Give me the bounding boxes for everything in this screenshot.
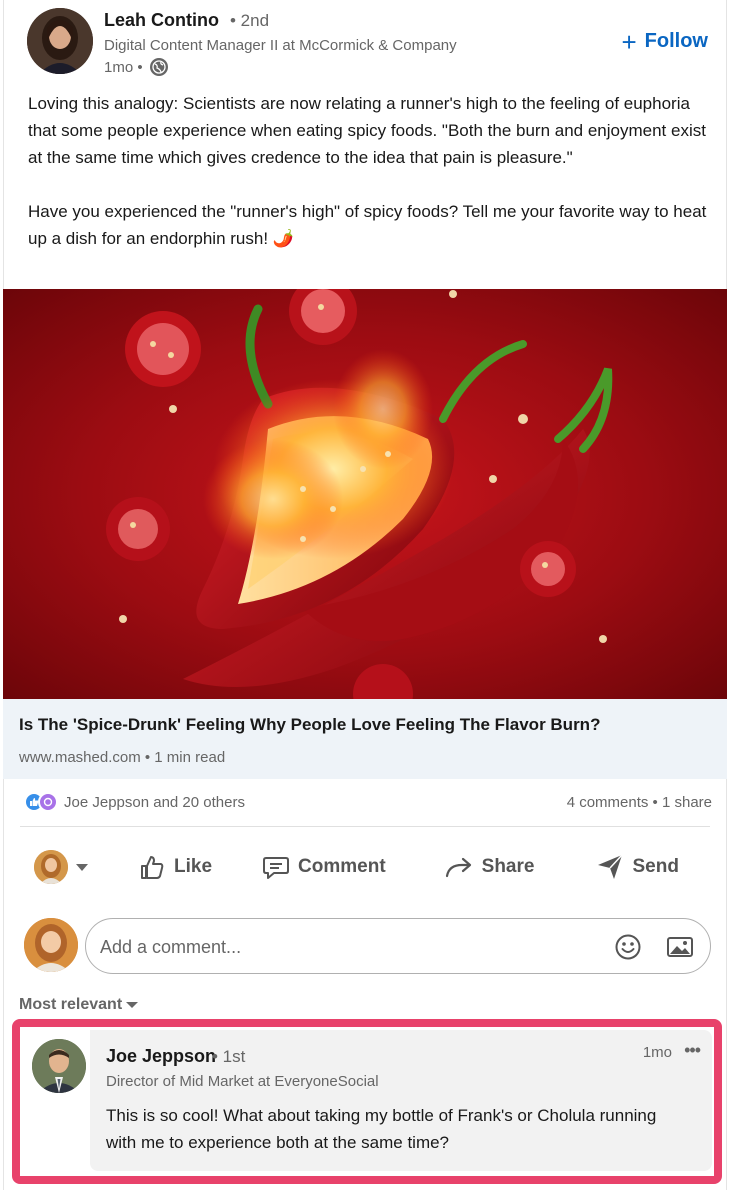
share-label: Share [481, 856, 535, 877]
add-comment-field[interactable] [85, 918, 711, 974]
send-icon [598, 854, 624, 879]
chevron-down-icon [126, 1002, 139, 1008]
comment-label: Comment [298, 856, 386, 877]
chevron-down-icon [76, 863, 88, 871]
plus-icon: + [621, 26, 637, 57]
like-label: Like [174, 856, 213, 877]
connection-degree: • 2nd [230, 11, 270, 30]
reactions-summary[interactable]: Joe Jeppson and 20 others [24, 792, 245, 812]
reaction-icons [24, 792, 58, 812]
link-preview[interactable]: Is The 'Spice-Drunk' Feeling Why People … [3, 699, 727, 779]
share-arrow-icon [445, 857, 471, 878]
send-button[interactable]: Send [596, 853, 679, 881]
comment-input[interactable] [100, 933, 580, 961]
commenter-name[interactable]: Joe Jeppson [106, 1046, 216, 1067]
current-user-avatar [24, 918, 78, 972]
link-title[interactable]: Is The 'Spice-Drunk' Feeling Why People … [19, 715, 600, 735]
comment-button[interactable]: Comment [262, 854, 386, 880]
emoji-icon[interactable] [614, 933, 642, 961]
author-headline: Digital Content Manager II at McCormick … [104, 37, 457, 54]
comment-bubble: Joe Jeppson • 1st Director of Mid Market… [90, 1030, 712, 1171]
post-text: Loving this analogy: Scientists are now … [28, 90, 718, 252]
post-time-row: 1mo • [104, 58, 168, 76]
comment-sort-dropdown[interactable]: Most relevant [19, 996, 139, 1014]
globe-icon [149, 58, 168, 76]
highlighted-comment: Joe Jeppson • 1st Director of Mid Market… [12, 1019, 722, 1184]
author-name[interactable]: Leah Contino [104, 10, 219, 31]
comments-shares-count[interactable]: 4 comments • 1 share [567, 794, 712, 811]
commenter-headline: Director of Mid Market at EveryoneSocial [106, 1073, 379, 1090]
like-button[interactable]: Like [138, 853, 212, 881]
image-icon[interactable] [666, 933, 694, 961]
post-action-bar: Like Comment Share Send [20, 845, 710, 889]
post-image-chili-peppers[interactable] [3, 289, 727, 699]
comment-icon [263, 857, 290, 879]
current-user-avatar [34, 850, 68, 884]
thumbs-up-icon [141, 856, 164, 879]
sort-label: Most relevant [19, 996, 123, 1013]
divider [20, 826, 710, 827]
share-button[interactable]: Share [444, 854, 535, 880]
post-time: 1mo • [104, 58, 143, 76]
reaction-identity-selector[interactable] [20, 850, 120, 884]
reactions-text: Joe Jeppson and 20 others [64, 793, 245, 811]
comment-text: This is so cool! What about taking my bo… [106, 1106, 657, 1152]
author-avatar[interactable] [27, 8, 93, 74]
commenter-degree: • 1st [212, 1047, 246, 1066]
post-paragraph: Have you experienced the "runner's high"… [28, 202, 707, 248]
commenter-avatar[interactable] [32, 1039, 86, 1093]
curious-icon [38, 792, 58, 812]
link-source: www.mashed.com • 1 min read [19, 749, 226, 766]
follow-button[interactable]: + Follow [621, 26, 708, 57]
post-paragraph: Loving this analogy: Scientists are now … [28, 94, 706, 167]
comment-time: 1mo [642, 1044, 672, 1061]
send-label: Send [632, 856, 679, 877]
follow-label: Follow [644, 30, 708, 52]
more-options-icon[interactable]: ••• [684, 1040, 701, 1061]
